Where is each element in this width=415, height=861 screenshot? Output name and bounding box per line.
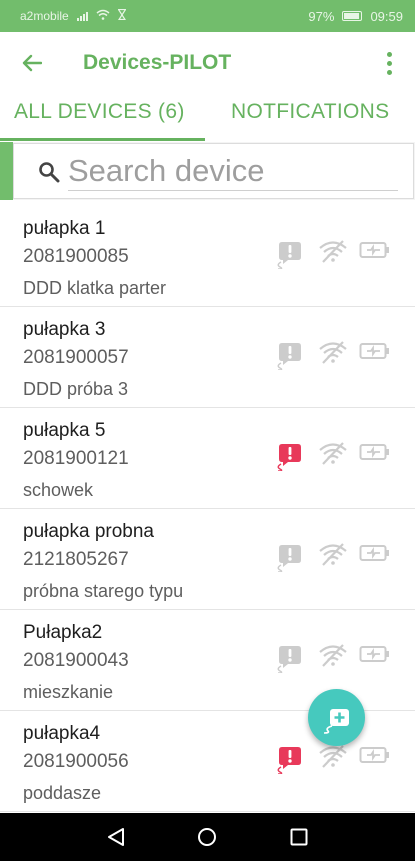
hourglass-icon [117, 8, 127, 23]
back-button[interactable] [14, 45, 50, 81]
system-nav-bar [0, 813, 415, 861]
device-name: pułapka 5 [23, 420, 106, 441]
no-signal-icon [319, 341, 347, 364]
nav-back-button[interactable] [96, 817, 136, 857]
no-signal-icon [319, 745, 347, 768]
search-accent-bar [0, 142, 13, 200]
device-name: pułapka4 [23, 723, 101, 744]
overflow-menu-button[interactable] [375, 46, 403, 80]
device-location: próbna starego typu [23, 581, 184, 601]
trap-alert-icon [277, 747, 301, 774]
device-list-item[interactable]: pułapka 1 2081900085 DDD klatka parter [0, 206, 415, 307]
device-name: Pułapka2 [23, 622, 103, 643]
trap-alert-icon [277, 646, 301, 673]
battery-icon [359, 444, 389, 460]
device-serial: 2081900056 [23, 751, 129, 772]
battery-icon [359, 343, 389, 359]
trap-alert-icon [277, 242, 301, 269]
device-serial: 2081900085 [23, 246, 129, 267]
square-recents-icon [290, 828, 308, 846]
tab-all-devices[interactable]: ALL DEVICES (6) [0, 94, 205, 141]
search-icon [39, 162, 60, 183]
search-bar [0, 142, 415, 200]
battery-icon [359, 747, 389, 763]
device-name: pułapka 3 [23, 319, 106, 340]
triangle-back-icon [107, 828, 124, 846]
cell-signal-icon [76, 11, 88, 21]
trap-alert-icon [277, 343, 301, 370]
trap-alert-icon [277, 545, 301, 572]
add-device-button[interactable] [308, 689, 365, 746]
device-location: poddasze [23, 783, 102, 803]
battery-icon [359, 545, 389, 561]
device-name: pułapka 1 [23, 218, 106, 239]
battery-icon [359, 646, 389, 662]
app-bar: Devices-PILOT [0, 32, 415, 94]
no-signal-icon [319, 543, 347, 566]
wifi-status-icon [96, 9, 110, 23]
back-arrow-icon [22, 54, 42, 72]
add-device-icon [323, 708, 349, 734]
nav-recents-button[interactable] [279, 817, 319, 857]
device-serial: 2121805267 [23, 549, 129, 570]
nav-home-button[interactable] [187, 817, 227, 857]
device-list-item[interactable]: pułapka probna 2121805267 próbna starego… [0, 509, 415, 610]
tab-bar: ALL DEVICES (6) NOTFICATIONS [0, 94, 415, 141]
no-signal-icon [319, 240, 347, 263]
device-serial: 2081900121 [23, 448, 129, 469]
page-title: Devices-PILOT [83, 51, 232, 74]
device-location: schowek [23, 480, 94, 500]
device-list-item[interactable]: pułapka 3 2081900057 DDD próba 3 [0, 307, 415, 408]
no-signal-icon [319, 442, 347, 465]
device-location: DDD klatka parter [23, 278, 167, 298]
trap-alert-icon [277, 444, 301, 471]
status-bar: a2mobile 97% 09:59 [0, 0, 415, 32]
device-serial: 2081900043 [23, 650, 129, 671]
device-serial: 2081900057 [23, 347, 129, 368]
device-name: pułapka probna [23, 521, 154, 542]
device-location: DDD próba 3 [23, 379, 129, 399]
battery-icon [359, 242, 389, 258]
battery-percent: 97% [308, 8, 335, 24]
tab-notifications[interactable]: NOTFICATIONS [205, 94, 389, 141]
carrier-name: a2mobile [20, 9, 69, 23]
device-location: mieszkanie [23, 682, 114, 702]
no-signal-icon [319, 644, 347, 667]
search-input[interactable] [68, 151, 398, 191]
more-vert-icon [386, 51, 392, 57]
status-battery-icon [342, 11, 363, 21]
circle-home-icon [198, 828, 217, 846]
clock: 09:59 [370, 8, 403, 24]
device-list-item[interactable]: pułapka 5 2081900121 schowek [0, 408, 415, 509]
